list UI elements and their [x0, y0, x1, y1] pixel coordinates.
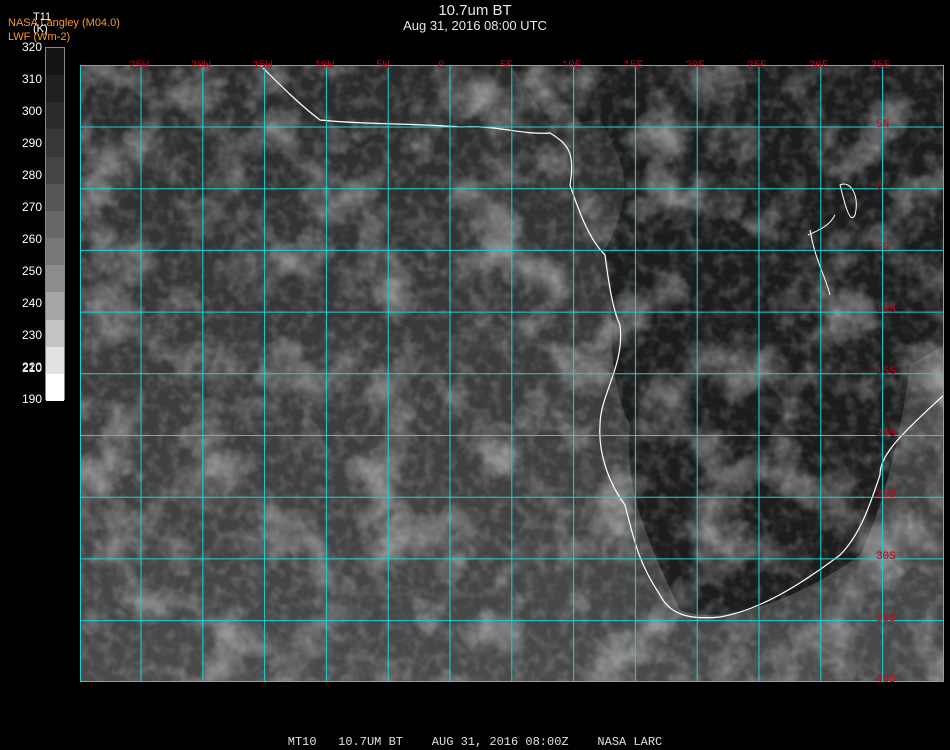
color-scale-step — [46, 102, 64, 130]
color-scale-step — [46, 373, 64, 402]
color-scale-step — [46, 265, 64, 293]
color-scale-step — [46, 48, 64, 76]
color-scale-tick-label: 300 — [21, 104, 42, 118]
longitude-label: 5E — [499, 60, 513, 72]
color-scale-bar — [45, 47, 65, 402]
longitude-label: 25W — [129, 60, 149, 72]
longitude-label: 20W — [190, 60, 211, 72]
color-scale-step — [46, 210, 64, 239]
color-scale-step — [46, 75, 64, 103]
longitude-label: 0 — [438, 60, 445, 72]
color-scale-tick-label: 260 — [21, 232, 42, 246]
color-scale-tick-label: 320 — [21, 40, 42, 54]
latitude-label: 20S — [876, 427, 896, 440]
longitude-label: 10E — [561, 60, 582, 72]
color-scale-step — [46, 238, 64, 266]
legend-unit: (K) — [33, 23, 48, 35]
latitude-label: 5S — [876, 242, 890, 255]
longitude-label: 25E — [747, 60, 767, 72]
color-scale-tick-label: 250 — [21, 264, 42, 278]
latitude-label: 40S — [876, 674, 896, 687]
color-scale-step — [46, 346, 64, 375]
color-scale-tick-label: 190 — [21, 392, 42, 406]
footer-caption: MT10 10.7UM BT AUG 31, 2016 08:00Z NASA … — [287, 735, 663, 749]
longitude-label: 20E — [685, 60, 705, 72]
latitude-label: 35S — [876, 612, 896, 625]
color-scale-step — [46, 292, 64, 321]
map-canvas — [80, 65, 944, 682]
color-scale-step — [46, 129, 64, 158]
longitude-label: 15W — [252, 60, 273, 72]
color-scale-step — [46, 183, 64, 212]
latitude-label: 30S — [876, 550, 896, 563]
latitude-label: 25S — [876, 489, 896, 502]
color-scale-tick-label: 290 — [21, 136, 42, 150]
credit-label: NASA Langley (M04.0) — [8, 17, 120, 29]
longitude-label: 5W — [376, 60, 390, 72]
longitude-label: 30E — [808, 60, 829, 72]
longitude-label: 35E — [870, 60, 891, 72]
color-scale-tick-label: 210 — [21, 361, 42, 375]
color-scale-step — [46, 156, 64, 185]
color-scale-step — [46, 319, 64, 348]
satellite-map[interactable] — [80, 65, 944, 682]
color-scale-tick-label: 230 — [21, 328, 42, 342]
color-scale-tick-label: 270 — [21, 200, 42, 214]
legend-variable: T11 — [33, 11, 52, 23]
latitude-label: 10S — [876, 304, 896, 317]
color-scale-tick-label: 310 — [21, 72, 42, 86]
latitude-label: 15S — [876, 365, 896, 378]
longitude-label: 15E — [623, 60, 644, 72]
color-scale-tick-label: 280 — [21, 168, 42, 182]
latitude-label: 5N — [876, 119, 890, 131]
image-title: 10.7um BT — [438, 2, 512, 19]
image-timestamp: Aug 31, 2016 08:00 UTC — [403, 18, 547, 33]
color-scale-tick-label: 240 — [21, 296, 42, 310]
longitude-label: 10W — [314, 60, 335, 72]
latitude-label: 0 — [876, 180, 883, 193]
